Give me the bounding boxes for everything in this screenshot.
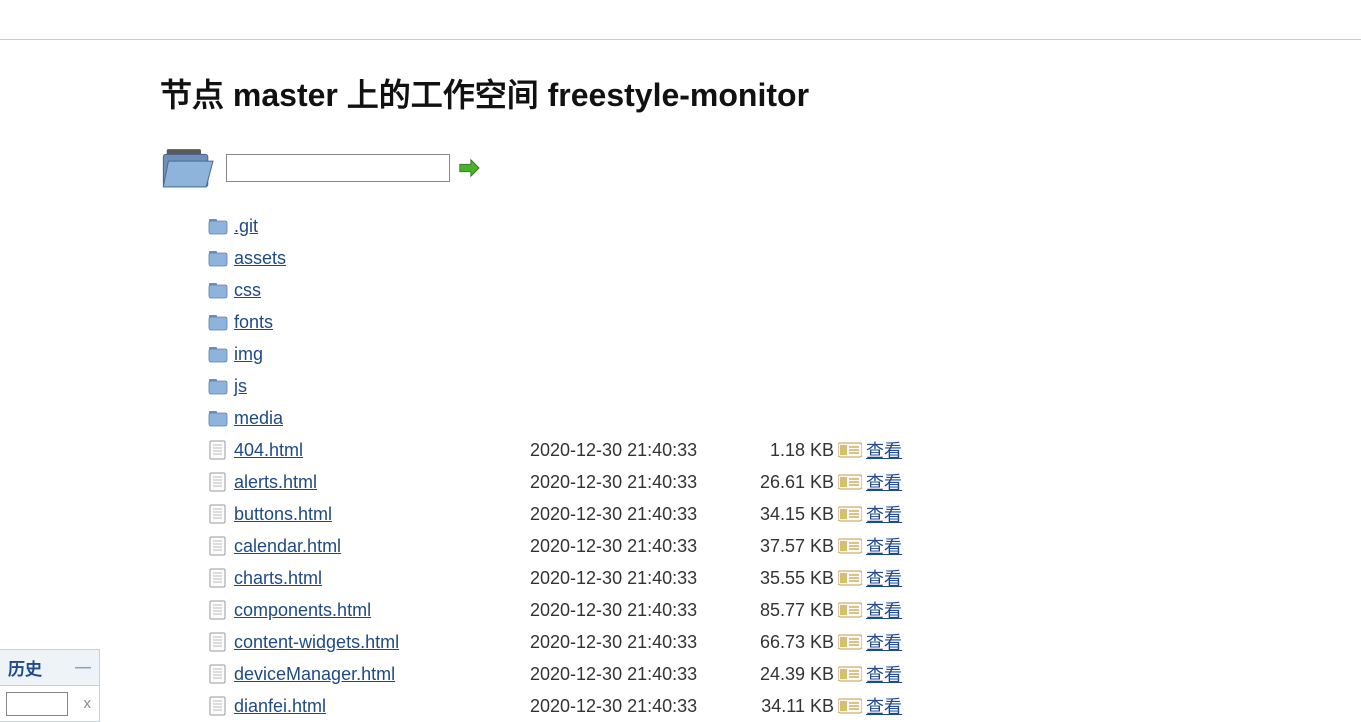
file-link[interactable]: deviceManager.html	[234, 664, 395, 684]
file-icon	[208, 664, 228, 684]
file-size: 34.11 KB	[730, 696, 836, 717]
file-date: 2020-12-30 21:40:33	[530, 504, 730, 525]
file-size: 37.57 KB	[730, 536, 836, 557]
build-history-body: x	[0, 686, 100, 722]
file-icon	[208, 440, 228, 460]
folder-row: css	[208, 274, 1361, 306]
file-link[interactable]: components.html	[234, 600, 371, 620]
view-fingerprint-icon	[838, 697, 862, 715]
file-icon	[208, 536, 228, 556]
page-title: 节点 master 上的工作空间 freestyle-monitor	[160, 70, 1361, 116]
folder-link[interactable]: css	[234, 280, 261, 300]
view-link[interactable]: 查看	[866, 597, 902, 623]
view-fingerprint-icon	[838, 505, 862, 523]
file-size: 34.15 KB	[730, 504, 836, 525]
file-row: calendar.html 2020-12-30 21:40:3337.57 KB…	[208, 530, 1361, 562]
file-row: 404.html 2020-12-30 21:40:331.18 KB 查看	[208, 434, 1361, 466]
file-date: 2020-12-30 21:40:33	[530, 536, 730, 557]
folder-icon	[208, 408, 228, 428]
folder-row: js	[208, 370, 1361, 402]
main-content: 节点 master 上的工作空间 freestyle-monitor .git a…	[0, 40, 1361, 722]
folder-link[interactable]: fonts	[234, 312, 273, 332]
file-date: 2020-12-30 21:40:33	[530, 696, 730, 717]
file-link[interactable]: calendar.html	[234, 536, 341, 556]
folder-row: .git	[208, 210, 1361, 242]
folder-link[interactable]: js	[234, 376, 247, 396]
file-link[interactable]: content-widgets.html	[234, 632, 399, 652]
file-size: 85.77 KB	[730, 600, 836, 621]
file-link[interactable]: charts.html	[234, 568, 322, 588]
file-icon	[208, 472, 228, 492]
build-history-widget: 历史 — x	[0, 649, 100, 722]
collapse-icon[interactable]: —	[75, 659, 91, 677]
path-input[interactable]	[226, 154, 450, 182]
file-size: 26.61 KB	[730, 472, 836, 493]
build-history-link[interactable]: 历史	[8, 655, 42, 680]
file-row: charts.html 2020-12-30 21:40:3335.55 KB 查看	[208, 562, 1361, 594]
file-icon	[208, 696, 228, 716]
file-size: 35.55 KB	[730, 568, 836, 589]
file-link[interactable]: dianfei.html	[234, 696, 326, 716]
file-size: 66.73 KB	[730, 632, 836, 653]
folder-row: media	[208, 402, 1361, 434]
file-link[interactable]: buttons.html	[234, 504, 332, 524]
view-link[interactable]: 查看	[866, 693, 902, 719]
view-fingerprint-icon	[838, 537, 862, 555]
file-row: content-widgets.html 2020-12-30 21:40:336…	[208, 626, 1361, 658]
view-link[interactable]: 查看	[866, 469, 902, 495]
build-history-search[interactable]	[6, 692, 68, 716]
folder-icon	[208, 376, 228, 396]
view-fingerprint-icon	[838, 473, 862, 491]
folder-link[interactable]: .git	[234, 216, 258, 236]
view-link[interactable]: 查看	[866, 629, 902, 655]
folder-open-icon	[160, 144, 218, 192]
folder-link[interactable]: img	[234, 344, 263, 364]
folder-row: img	[208, 338, 1361, 370]
view-link[interactable]: 查看	[866, 661, 902, 687]
file-row: dianfei.html 2020-12-30 21:40:3334.11 KB 查…	[208, 690, 1361, 722]
file-date: 2020-12-30 21:40:33	[530, 472, 730, 493]
file-row: buttons.html 2020-12-30 21:40:3334.15 KB 查…	[208, 498, 1361, 530]
clear-icon[interactable]: x	[84, 695, 94, 712]
view-link[interactable]: 查看	[866, 533, 902, 559]
view-link[interactable]: 查看	[866, 565, 902, 591]
file-row: alerts.html 2020-12-30 21:40:3326.61 KB 查看	[208, 466, 1361, 498]
file-icon	[208, 504, 228, 524]
top-divider	[0, 0, 1361, 40]
view-fingerprint-icon	[838, 441, 862, 459]
folder-link[interactable]: media	[234, 408, 283, 428]
view-fingerprint-icon	[838, 569, 862, 587]
view-link[interactable]: 查看	[866, 437, 902, 463]
folder-icon	[208, 344, 228, 364]
file-row: deviceManager.html 2020-12-30 21:40:3324.…	[208, 658, 1361, 690]
view-fingerprint-icon	[838, 601, 862, 619]
build-history-header[interactable]: 历史 —	[0, 649, 100, 686]
view-link[interactable]: 查看	[866, 501, 902, 527]
file-icon	[208, 600, 228, 620]
folder-icon	[208, 280, 228, 300]
file-date: 2020-12-30 21:40:33	[530, 600, 730, 621]
file-link[interactable]: 404.html	[234, 440, 303, 460]
go-arrow-icon[interactable]	[458, 157, 480, 179]
view-fingerprint-icon	[838, 665, 862, 683]
view-fingerprint-icon	[838, 633, 862, 651]
folder-icon	[208, 216, 228, 236]
folder-row: fonts	[208, 306, 1361, 338]
path-navigator	[160, 144, 1361, 192]
file-listing: .git assets css fonts img js media 404.html 2020…	[208, 210, 1361, 722]
folder-icon	[208, 248, 228, 268]
file-icon	[208, 632, 228, 652]
file-size: 1.18 KB	[730, 440, 836, 461]
file-icon	[208, 568, 228, 588]
file-link[interactable]: alerts.html	[234, 472, 317, 492]
file-date: 2020-12-30 21:40:33	[530, 568, 730, 589]
file-date: 2020-12-30 21:40:33	[530, 632, 730, 653]
folder-row: assets	[208, 242, 1361, 274]
file-date: 2020-12-30 21:40:33	[530, 664, 730, 685]
folder-link[interactable]: assets	[234, 248, 286, 268]
file-date: 2020-12-30 21:40:33	[530, 440, 730, 461]
file-size: 24.39 KB	[730, 664, 836, 685]
folder-icon	[208, 312, 228, 332]
file-row: components.html 2020-12-30 21:40:3385.77 …	[208, 594, 1361, 626]
